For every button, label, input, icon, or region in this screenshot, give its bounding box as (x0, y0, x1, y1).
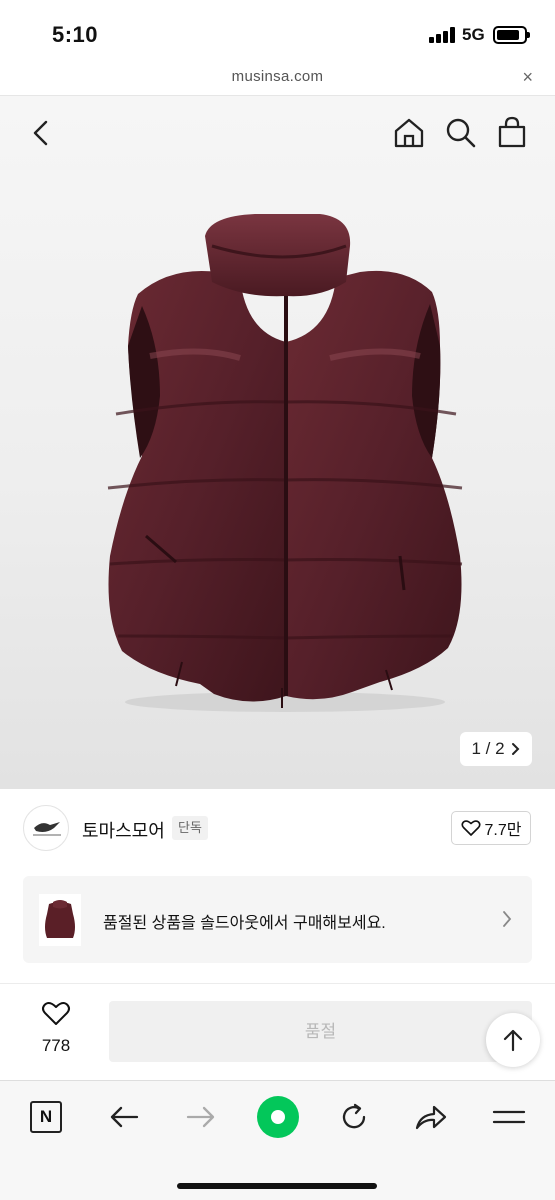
brand-like-count: 7.7만 (484, 822, 522, 839)
status-bar: 5:10 5G (0, 0, 555, 64)
naver-home-button[interactable]: N (30, 1101, 62, 1133)
share-icon[interactable] (414, 1099, 448, 1135)
brand-logo[interactable] (23, 805, 69, 851)
brand-like-button[interactable]: 7.7만 (451, 811, 531, 845)
arrow-right-icon[interactable] (185, 1099, 217, 1135)
soldout-banner[interactable]: 품절된 상품을 솔드아웃에서 구매해보세요. (23, 876, 532, 963)
heart-icon (42, 1001, 70, 1025)
status-time: 5:10 (52, 22, 99, 47)
image-counter-text: 1 / 2 (471, 739, 505, 758)
chevron-right-icon (503, 911, 512, 927)
exclusive-badge: 단독 (172, 816, 208, 840)
browser-toolbar: N (0, 1080, 555, 1200)
wishlist-button[interactable]: 778 (26, 1000, 86, 1056)
shopping-bag-icon[interactable] (497, 116, 527, 148)
arrow-left-icon[interactable] (108, 1099, 140, 1135)
close-icon[interactable]: × (522, 67, 533, 88)
search-icon[interactable] (445, 117, 477, 149)
refresh-icon[interactable] (338, 1099, 370, 1135)
url-bar[interactable]: musinsa.com × (0, 64, 555, 96)
banner-product-thumbnail (39, 894, 81, 946)
scroll-to-top-button[interactable] (486, 1013, 540, 1067)
back-icon[interactable] (30, 120, 52, 146)
arrow-up-icon (503, 1029, 523, 1052)
brand-row: 토마스모어 단독 7.7만 (0, 789, 555, 869)
soldout-button[interactable]: 품절 (109, 1001, 532, 1062)
vest-image (107, 214, 463, 712)
menu-icon[interactable] (492, 1099, 526, 1135)
chevron-right-icon (511, 743, 519, 755)
naver-green-dot-button[interactable] (257, 1096, 299, 1138)
purchase-action-bar: 778 품절 (0, 984, 555, 1080)
battery-icon (493, 26, 530, 44)
brand-name[interactable]: 토마스모어 (82, 817, 165, 843)
product-image-carousel[interactable]: 1 / 2 (0, 96, 555, 789)
banner-text: 품절된 상품을 솔드아웃에서 구매해보세요. (103, 915, 386, 932)
page: 5:10 5G musinsa.com × 1 / 2 토마스모어 단독 7.7… (0, 0, 555, 1200)
home-icon[interactable] (393, 117, 425, 149)
wishlist-count: 778 (41, 1036, 71, 1055)
image-page-counter[interactable]: 1 / 2 (460, 732, 532, 766)
network-label: 5G (462, 25, 485, 44)
signal-icon (429, 27, 455, 43)
heart-icon (460, 820, 481, 836)
home-indicator (177, 1183, 377, 1189)
url-domain[interactable]: musinsa.com (0, 68, 555, 85)
